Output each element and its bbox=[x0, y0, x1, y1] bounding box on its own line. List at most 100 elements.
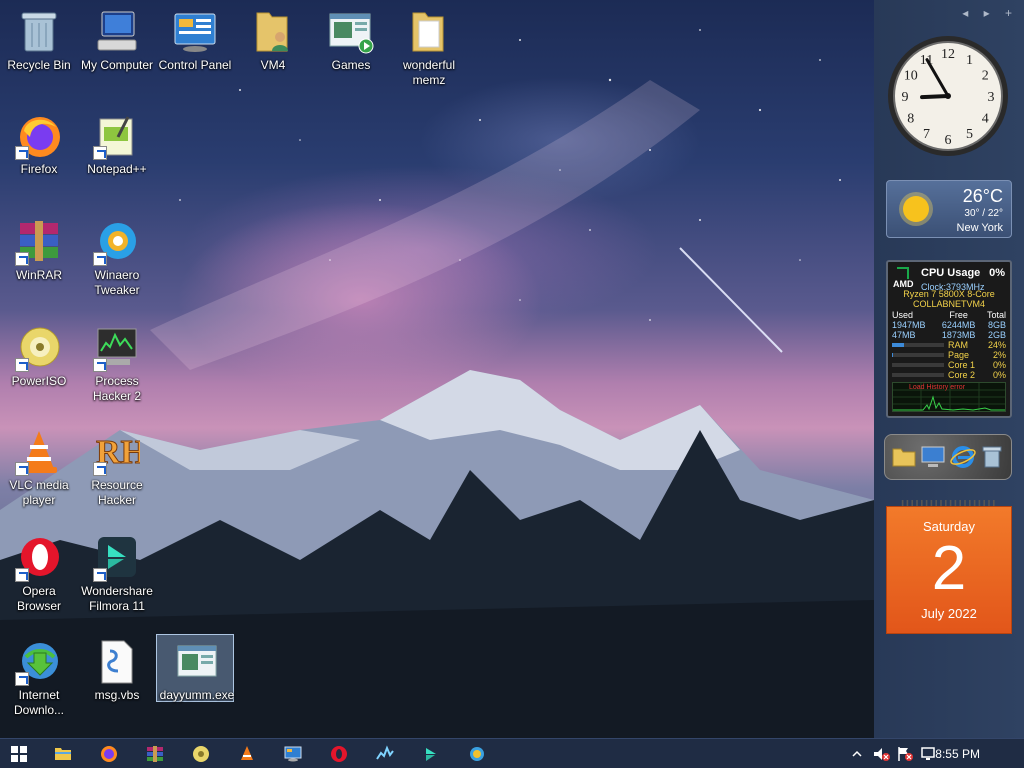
shortcut-arrow-icon bbox=[93, 252, 107, 266]
cpu-title: CPU Usage bbox=[921, 267, 981, 279]
desktop-icon-recycle-bin[interactable]: Recycle Bin bbox=[0, 8, 78, 73]
mem-cell: 1947MB bbox=[892, 320, 926, 330]
recycle-bin-icon bbox=[21, 12, 57, 52]
mem-cell: 47MB bbox=[892, 330, 916, 340]
calendar-month: July 2022 bbox=[921, 606, 977, 621]
cpu-host: COLLABNETVM4 bbox=[912, 299, 986, 309]
clock-gadget[interactable]: 121234567891011 bbox=[886, 34, 1010, 158]
clock-numeral: 10 bbox=[904, 69, 918, 84]
desktop-icon-firefox[interactable]: Firefox bbox=[0, 112, 78, 177]
cpu-meter-gadget[interactable]: AMD CPU Usage 0% Clock:3793MHz Ryzen 7 5… bbox=[886, 260, 1012, 418]
shortcut-arrow-icon bbox=[15, 672, 29, 686]
vlc-icon bbox=[241, 746, 253, 760]
desktop-icon-vm4[interactable]: VM4 bbox=[234, 8, 312, 73]
graph-error-text: Load History error bbox=[909, 384, 966, 391]
filmora-icon bbox=[426, 748, 436, 761]
weather-gadget[interactable]: 26°C 30° / 22° New York bbox=[886, 180, 1012, 238]
volume-muted-icon[interactable] bbox=[872, 746, 890, 762]
desktop-icon-msg-vbs[interactable]: msg.vbs bbox=[78, 638, 156, 703]
taskbar-poweriso[interactable] bbox=[188, 742, 214, 766]
desktop-icon-resource-hacker[interactable]: RH Resource Hacker bbox=[78, 428, 156, 508]
desktop-icon-filmora[interactable]: Wondershare Filmora 11 bbox=[78, 534, 156, 614]
desktop-icon-my-computer[interactable]: My Computer bbox=[78, 8, 156, 73]
desktop-icon-games[interactable]: Games bbox=[312, 8, 390, 73]
cpu-model: Ryzen 7 5800X 8-Core bbox=[903, 289, 995, 299]
clock-numeral: 1 bbox=[966, 53, 973, 68]
taskbar-filmora[interactable] bbox=[418, 742, 444, 766]
desktop-icon-label: Resource Hacker bbox=[91, 478, 143, 507]
show-desktop-button[interactable] bbox=[1012, 742, 1020, 766]
desktop-icon-label: Process Hacker 2 bbox=[92, 374, 142, 403]
clock-numeral: 4 bbox=[982, 112, 989, 127]
action-center-flag-icon[interactable] bbox=[896, 746, 914, 762]
taskbar-clock[interactable]: 8:55 PM bbox=[935, 747, 980, 761]
cpu-brand: AMD bbox=[893, 279, 914, 289]
mem-header-total: Total bbox=[986, 310, 1006, 320]
exe-file-icon bbox=[177, 645, 217, 677]
desktop-icon-wonderful-memz[interactable]: wonderful memz bbox=[390, 8, 468, 88]
meter-rows: RAM 24% Page 2% Core 1 0% Core 2 0% bbox=[892, 340, 1006, 380]
mem-header-free: Free bbox=[949, 310, 968, 320]
taskbar-winrar[interactable] bbox=[142, 742, 168, 766]
taskbar-file-explorer[interactable] bbox=[50, 742, 76, 766]
cpu-percent: 0% bbox=[989, 267, 1005, 279]
clock-numeral: 12 bbox=[941, 47, 955, 62]
desktop-icon-control-panel[interactable]: Control Panel bbox=[156, 8, 234, 73]
clock-numeral: 7 bbox=[923, 127, 930, 142]
meter-value: 0% bbox=[992, 360, 1006, 370]
cpu-history-graph: Load History error bbox=[892, 382, 1006, 412]
desktop-icon-label: Opera Browser bbox=[16, 584, 61, 613]
taskbar-control-panel[interactable] bbox=[280, 742, 306, 766]
desktop-icon-label: Winaero Tweaker bbox=[94, 268, 140, 297]
desktop-icon-winaero-tweaker[interactable]: Winaero Tweaker bbox=[78, 218, 156, 298]
meter-row-page: Page 2% bbox=[892, 350, 1006, 360]
internet-explorer-icon[interactable] bbox=[950, 444, 976, 470]
start-button[interactable] bbox=[6, 742, 32, 766]
file-explorer-icon bbox=[55, 748, 71, 760]
vbs-script-icon bbox=[101, 640, 133, 684]
meter-row-core2: Core 2 0% bbox=[892, 370, 1006, 380]
taskbar-process-hacker[interactable] bbox=[372, 742, 398, 766]
clock-numeral: 2 bbox=[982, 69, 989, 84]
shortcut-arrow-icon bbox=[93, 568, 107, 582]
desktop-icon-process-hacker[interactable]: Process Hacker 2 bbox=[78, 324, 156, 404]
desktop-icon-label: msg.vbs bbox=[94, 688, 140, 702]
calendar-gadget[interactable]: Saturday 2 July 2022 bbox=[886, 500, 1012, 636]
desktop-icon-opera[interactable]: Opera Browser bbox=[0, 534, 78, 614]
clock-hour-hand bbox=[920, 94, 950, 100]
desktop-icon-poweriso[interactable]: PowerISO bbox=[0, 324, 78, 389]
taskbar-vlc[interactable] bbox=[234, 742, 260, 766]
desktop-icon-label: My Computer bbox=[80, 58, 154, 72]
weather-temperature: 26°C bbox=[962, 186, 1003, 206]
folder-icon[interactable] bbox=[891, 444, 917, 470]
desktop-icon-label: Games bbox=[331, 58, 371, 72]
desktop-icon-vlc[interactable]: VLC media player bbox=[0, 428, 78, 508]
app-icon bbox=[470, 747, 484, 761]
desktop-icon-notepadpp[interactable]: Notepad++ bbox=[78, 112, 156, 177]
system-tray bbox=[852, 739, 938, 768]
start-icon bbox=[11, 746, 27, 762]
shortcut-arrow-icon bbox=[15, 462, 29, 476]
recycle-bin-icon[interactable] bbox=[979, 444, 1005, 470]
taskbar-opera[interactable] bbox=[326, 742, 352, 766]
desktop-icon-dayyumm-exe[interactable]: dayyumm.exe bbox=[156, 634, 236, 703]
desktop-icon-winrar[interactable]: WinRAR bbox=[0, 218, 78, 283]
sidebar-controls[interactable]: ◂ ▸ + bbox=[962, 6, 1018, 20]
desktop-icon-internet-download-manager[interactable]: Internet Downlo... bbox=[0, 638, 78, 718]
taskbar-app[interactable] bbox=[464, 742, 490, 766]
desktop-icon-label: VLC media player bbox=[9, 478, 69, 507]
user-folder-icon bbox=[256, 12, 288, 52]
games-icon bbox=[329, 13, 374, 54]
clock-numeral: 9 bbox=[902, 90, 909, 105]
meter-value: 0% bbox=[992, 370, 1006, 380]
chevron-up-icon[interactable] bbox=[852, 749, 862, 759]
desktop-icon-label: Control Panel bbox=[158, 58, 232, 72]
memory-table: Used Free Total 1947MB 6244MB 8GB 47MB 1… bbox=[892, 310, 1006, 340]
taskbar-firefox[interactable] bbox=[96, 742, 122, 766]
monitor-icon[interactable] bbox=[920, 444, 946, 470]
control-panel-icon bbox=[284, 746, 302, 762]
mem-cell: 8GB bbox=[987, 320, 1006, 330]
shortcut-arrow-icon bbox=[15, 568, 29, 582]
desktop-icon-label: Notepad++ bbox=[87, 162, 147, 176]
desktop-icon-label: VM4 bbox=[260, 58, 286, 72]
